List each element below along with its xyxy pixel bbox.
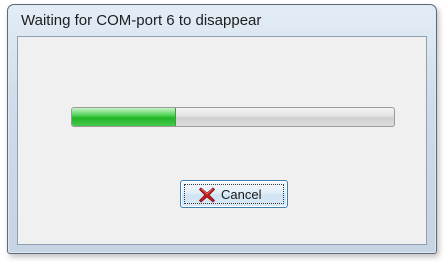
progress-bar xyxy=(71,107,395,127)
red-x-icon xyxy=(198,187,216,203)
cancel-button[interactable]: Cancel xyxy=(180,180,288,208)
window-title: Waiting for COM-port 6 to disappear xyxy=(21,12,262,29)
title-bar[interactable]: Waiting for COM-port 6 to disappear xyxy=(8,5,436,35)
cancel-button-label: Cancel xyxy=(221,187,262,202)
progress-fill xyxy=(72,108,177,126)
dialog-client-area: Cancel xyxy=(17,36,427,245)
dialog-window: Waiting for COM-port 6 to disappear Canc… xyxy=(7,4,437,254)
